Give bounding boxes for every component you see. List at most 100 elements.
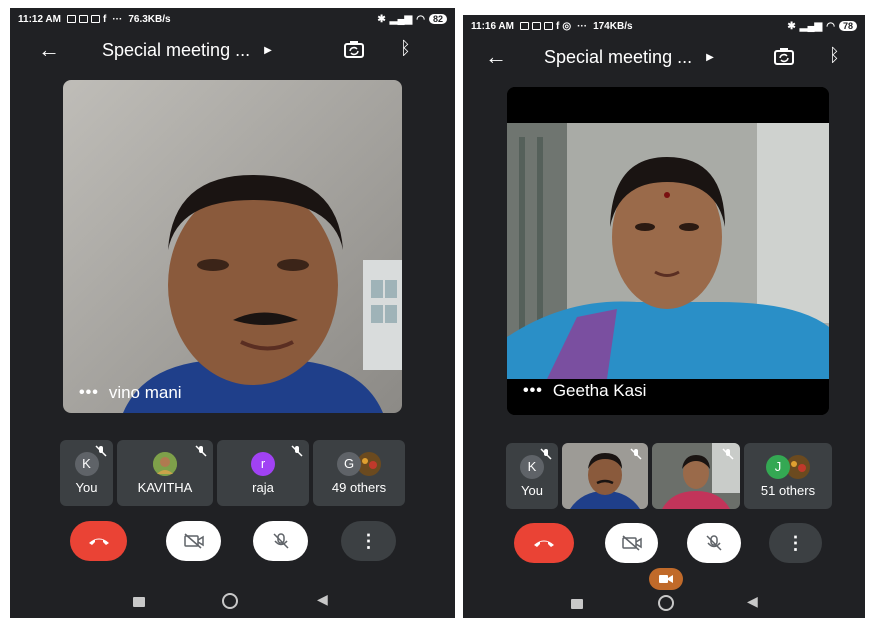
more-options-button[interactable]: ⋮: [769, 523, 822, 563]
message-notification-icon: [78, 15, 88, 23]
speaker-name: Geetha Kasi: [552, 381, 647, 400]
mic-off-icon: [272, 533, 289, 549]
participant-video-tile[interactable]: [562, 443, 648, 509]
mic-off-icon: [195, 444, 207, 462]
network-speed: 76.3KB/s: [128, 13, 171, 25]
battery-level: 82: [428, 14, 447, 24]
participant-tile-others[interactable]: J 51 others: [744, 443, 832, 509]
participant-label: KAVITHA: [137, 479, 193, 495]
participant-label: 51 others: [760, 482, 816, 498]
home-button[interactable]: [222, 593, 238, 609]
signal-icon: ▂▄▆: [799, 20, 823, 32]
switch-camera-icon[interactable]: [343, 40, 365, 60]
more-notifications: ···: [577, 20, 588, 32]
play-caret-icon: ▶: [706, 52, 714, 64]
mic-off-icon: [540, 447, 552, 465]
mic-off-icon: [722, 447, 734, 465]
play-caret-icon: ▶: [264, 45, 272, 57]
speaker-video-feed: [63, 80, 402, 413]
status-bar: 11:12 AM f ··· 76.3KB/s ✱ ▂▄▆ ◠ 82: [10, 8, 455, 30]
video-camera-icon: [659, 575, 673, 583]
end-call-button[interactable]: [70, 521, 127, 561]
facebook-notification-icon: f: [102, 13, 107, 25]
recents-button[interactable]: [571, 599, 583, 609]
wifi-icon: ◠: [826, 20, 835, 32]
meeting-title[interactable]: Special meeting ... ▶: [102, 40, 272, 61]
camera-off-icon: [183, 533, 204, 549]
meeting-title-text: Special meeting ...: [544, 46, 693, 67]
gallery-notification-icon: [543, 22, 553, 30]
switch-camera-icon[interactable]: [773, 47, 795, 67]
end-call-button[interactable]: [514, 523, 574, 563]
participant-tile-you[interactable]: K You: [506, 443, 558, 509]
whatsapp-notification-icon: ◎: [562, 20, 572, 32]
back-arrow-icon[interactable]: ←: [38, 37, 60, 63]
more-horiz-icon[interactable]: •••: [523, 382, 543, 400]
message-notification-icon: [531, 22, 541, 30]
more-vert-icon: ⋮: [359, 530, 378, 551]
mic-off-icon: [95, 444, 107, 462]
battery-level: 78: [838, 21, 857, 31]
speaker-name: vino mani: [108, 383, 182, 402]
mic-toggle-button[interactable]: [253, 521, 308, 561]
speaker-name-label: ••• vino mani: [79, 383, 182, 403]
camera-indicator-button[interactable]: [649, 568, 683, 590]
more-notifications: ···: [112, 13, 123, 25]
back-arrow-icon[interactable]: ←: [485, 44, 507, 70]
participant-strip: K You J 51 others: [506, 443, 832, 509]
more-options-button[interactable]: ⋮: [341, 521, 396, 561]
camera-toggle-button[interactable]: [166, 521, 221, 561]
participant-tile-kavitha[interactable]: KAVITHA: [117, 440, 213, 506]
main-video-tile[interactable]: ••• vino mani: [63, 80, 402, 413]
bluetooth-icon[interactable]: ᛒ: [400, 38, 411, 59]
participant-video-tile[interactable]: [652, 443, 740, 509]
meeting-top-bar: ← Special meeting ... ▶ ᛒ: [463, 37, 865, 77]
participant-tile-raja[interactable]: r raja: [217, 440, 309, 506]
bluetooth-status-icon: ✱: [787, 20, 796, 32]
speaker-video-feed: [507, 87, 829, 415]
status-time: 11:12 AM: [18, 13, 61, 25]
more-horiz-icon[interactable]: •••: [79, 384, 99, 402]
mic-off-icon: [630, 447, 642, 465]
gallery-notification-icon: [90, 15, 100, 23]
mic-off-icon: [706, 535, 722, 551]
participant-tile-you[interactable]: K You: [60, 440, 113, 506]
more-vert-icon: ⋮: [786, 532, 805, 553]
participant-strip: K You KAVITHA r raja G 49 others: [60, 440, 405, 506]
status-bar: 11:16 AM f ◎ ··· 174KB/s ✱ ▂▄▆ ◠ 78: [463, 15, 865, 37]
avatar: r: [251, 451, 275, 476]
participant-label: 49 others: [331, 479, 387, 495]
home-button[interactable]: [658, 595, 674, 611]
bluetooth-icon[interactable]: ᛒ: [829, 45, 840, 66]
avatar: G: [337, 451, 361, 476]
main-video-tile[interactable]: ••• Geetha Kasi: [507, 87, 829, 415]
status-time: 11:16 AM: [471, 20, 514, 32]
network-speed: 174KB/s: [593, 20, 633, 32]
meeting-title-text: Special meeting ...: [102, 39, 251, 60]
recents-button[interactable]: [133, 597, 145, 607]
meeting-top-bar: ← Special meeting ... ▶ ᛒ: [10, 30, 455, 70]
mic-off-icon: [291, 444, 303, 462]
end-call-icon: [534, 540, 554, 547]
camera-toggle-button[interactable]: [605, 523, 658, 563]
phone-screenshot-right: 11:16 AM f ◎ ··· 174KB/s ✱ ▂▄▆ ◠ 78 ← Sp…: [463, 15, 865, 618]
back-nav-button[interactable]: ◀: [317, 591, 328, 608]
camera-off-icon: [621, 535, 642, 551]
participant-tile-others[interactable]: G 49 others: [313, 440, 405, 506]
meeting-title[interactable]: Special meeting ... ▶: [544, 47, 714, 68]
phone-screenshot-left: 11:12 AM f ··· 76.3KB/s ✱ ▂▄▆ ◠ 82 ← Spe…: [10, 8, 455, 618]
message-notification-icon: [519, 22, 529, 30]
wifi-icon: ◠: [416, 13, 425, 25]
mic-toggle-button[interactable]: [687, 523, 741, 563]
avatar: J: [766, 454, 790, 479]
android-nav-bar: ◀: [10, 591, 455, 613]
avatar-stack: G: [337, 451, 381, 476]
message-notification-icon: [66, 15, 76, 23]
facebook-notification-icon: f: [555, 20, 560, 32]
android-nav-bar: ◀: [463, 593, 865, 615]
back-nav-button[interactable]: ◀: [747, 593, 758, 610]
participant-label: You: [75, 479, 98, 495]
participant-label: You: [521, 482, 543, 498]
signal-icon: ▂▄▆: [389, 13, 413, 25]
bluetooth-status-icon: ✱: [377, 13, 386, 25]
